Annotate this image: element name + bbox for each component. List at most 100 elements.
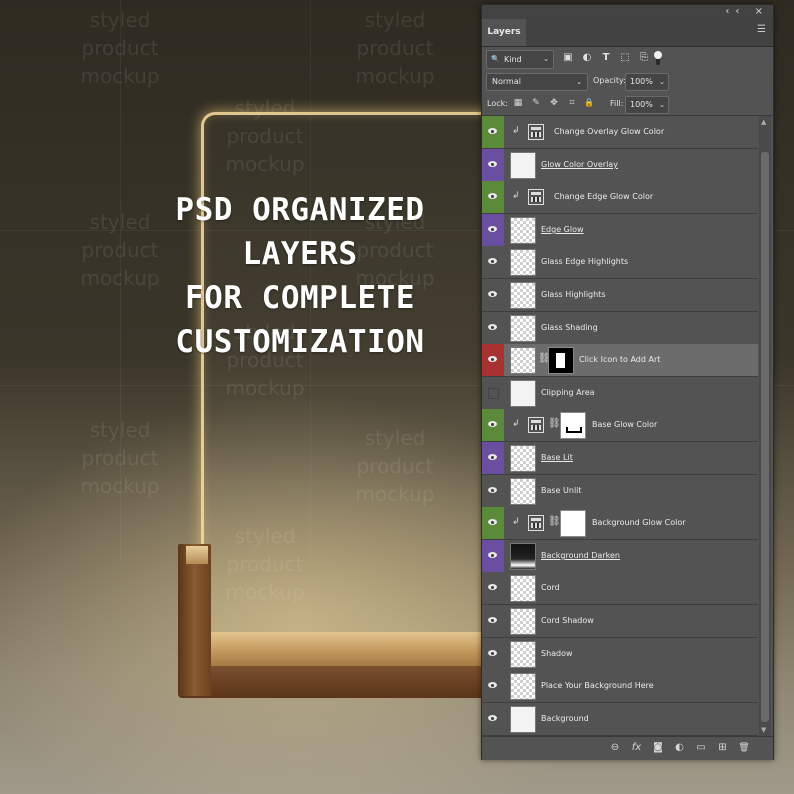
headline: PSD ORGANIZED LAYERS FOR COMPLETE CUSTOM… (110, 188, 490, 364)
layer-row[interactable]: Glow Color Overlay (482, 149, 758, 182)
eye-pupil (491, 195, 494, 198)
layer-name[interactable]: Base Glow Color (592, 409, 657, 441)
color-balance-adjustment-icon (528, 515, 544, 531)
smart-object-filter-icon[interactable]: ⎘ (637, 51, 651, 65)
layer-thumbnail (510, 641, 536, 668)
visibility-toggle[interactable] (482, 149, 504, 181)
type-filter-icon[interactable]: T (599, 51, 613, 65)
layer-name[interactable]: Edge Glow (541, 214, 584, 246)
tab-layers[interactable]: Layers (482, 19, 526, 46)
scroll-down-icon[interactable]: ▼ (761, 726, 766, 734)
visibility-toggle[interactable] (482, 279, 504, 311)
visibility-toggle[interactable] (482, 181, 504, 213)
visibility-toggle[interactable] (482, 116, 504, 148)
layer-name[interactable]: Change Overlay Glow Color (554, 116, 664, 148)
blend-mode-select[interactable]: Normal ⌄ (486, 73, 588, 91)
layer-row[interactable]: Background (482, 703, 758, 736)
visibility-toggle[interactable] (482, 344, 504, 376)
pixel-filter-icon[interactable]: ▣ (561, 51, 575, 65)
visibility-toggle[interactable] (482, 507, 504, 539)
new-group-icon[interactable]: ▭ (694, 741, 708, 755)
layer-row[interactable]: Background Darken (482, 540, 758, 573)
layer-name[interactable]: Glass Highlights (541, 279, 606, 311)
visibility-toggle[interactable] (482, 214, 504, 246)
lock-position-icon[interactable]: ✥ (548, 97, 560, 109)
layer-list-scrollbar[interactable]: ▲ ▼ (759, 116, 771, 736)
visibility-toggle[interactable] (482, 540, 504, 572)
layer-name[interactable]: Glow Color Overlay (541, 149, 618, 181)
visibility-toggle[interactable] (482, 703, 504, 735)
layer-row[interactable]: Cord Shadow (482, 605, 758, 638)
layer-row[interactable]: ⛓ Click Icon to Add Art (482, 344, 758, 377)
layer-thumbnail (510, 608, 536, 635)
lock-image-icon[interactable]: ✎ (530, 97, 542, 109)
lock-all-icon[interactable]: 🔒 (583, 97, 595, 109)
layer-name[interactable]: Base Unlit (541, 475, 582, 507)
new-adjustment-layer-icon[interactable]: ◐ (673, 741, 687, 755)
chain-link-icon[interactable]: ⛓ (548, 516, 561, 528)
visibility-toggle[interactable] (482, 246, 504, 278)
visibility-toggle[interactable] (482, 605, 504, 637)
layer-row[interactable]: Base Unlit (482, 475, 758, 508)
scroll-up-icon[interactable]: ▲ (761, 118, 766, 126)
scroll-thumb[interactable] (761, 152, 769, 722)
fill-field[interactable]: 100% ⌄ (625, 96, 669, 114)
layer-name[interactable]: Cord Shadow (541, 605, 594, 637)
layer-name[interactable]: Background Glow Color (592, 507, 686, 539)
shape-filter-icon[interactable]: ⬚ (618, 51, 632, 65)
base-slot (186, 546, 208, 564)
layer-row[interactable]: Glass Shading (482, 312, 758, 345)
layer-mask-thumbnail[interactable] (548, 347, 574, 374)
opacity-field[interactable]: 100% ⌄ (625, 73, 669, 91)
kind-filter-select[interactable]: 🔍 Kind ⌄ (486, 50, 554, 69)
layer-name[interactable]: Change Edge Glow Color (554, 181, 653, 213)
new-layer-icon[interactable]: ⊞ (716, 741, 730, 755)
layer-name[interactable]: Glass Shading (541, 312, 598, 344)
chain-link-icon[interactable]: ⛓ (548, 418, 561, 430)
eye-pupil (491, 228, 494, 231)
visibility-toggle[interactable] (482, 312, 504, 344)
delete-layer-icon[interactable]: 🗑 (737, 741, 751, 755)
layer-row[interactable]: Glass Edge Highlights (482, 246, 758, 279)
visibility-toggle[interactable] (482, 572, 504, 604)
add-mask-icon[interactable]: ◙ (651, 741, 665, 755)
layer-name[interactable]: Background (541, 703, 589, 735)
layer-name[interactable]: Cord (541, 572, 560, 604)
close-icon[interactable]: × (755, 6, 769, 17)
layer-name[interactable]: Glass Edge Highlights (541, 246, 628, 278)
layer-row[interactable]: ↲ ⛓ Base Glow Color (482, 409, 758, 442)
layer-name[interactable]: Background Darken (541, 540, 620, 572)
layer-name[interactable]: Click Icon to Add Art (579, 344, 660, 376)
layer-row[interactable]: ↲ ⛓ Background Glow Color (482, 507, 758, 540)
layer-mask-thumbnail[interactable] (560, 510, 586, 537)
layer-name[interactable]: Clipping Area (541, 377, 595, 409)
layer-row[interactable]: Base Lit (482, 442, 758, 475)
layer-name[interactable]: Shadow (541, 638, 573, 670)
layer-mask-thumbnail[interactable] (560, 412, 586, 439)
layer-row[interactable]: Clipping Area (482, 377, 758, 410)
layer-name[interactable]: Place Your Background Here (541, 670, 654, 702)
visibility-toggle[interactable] (482, 377, 504, 409)
visibility-toggle[interactable] (482, 409, 504, 441)
collapse-icon[interactable]: ‹‹ (725, 6, 745, 17)
base-side (178, 544, 211, 696)
visibility-toggle[interactable] (482, 670, 504, 702)
adjustment-filter-icon[interactable]: ◐ (580, 51, 594, 65)
panel-menu-icon[interactable]: ☰ (757, 25, 767, 35)
layer-row[interactable]: Cord (482, 572, 758, 605)
link-layers-icon[interactable]: ⊖ (608, 741, 622, 755)
layer-row[interactable]: ↲ Change Edge Glow Color (482, 181, 758, 214)
add-layer-style-icon[interactable]: fx (630, 741, 644, 755)
layer-row[interactable]: Shadow (482, 638, 758, 671)
layer-row[interactable]: Edge Glow (482, 214, 758, 247)
filter-toggle-switch[interactable] (654, 51, 662, 65)
lock-artboard-icon[interactable]: ⌗ (566, 97, 578, 109)
layer-row[interactable]: Place Your Background Here (482, 670, 758, 703)
lock-transparent-icon[interactable]: ▦ (512, 97, 524, 109)
layer-row[interactable]: ↲ Change Overlay Glow Color (482, 116, 758, 149)
layer-name[interactable]: Base Lit (541, 442, 573, 474)
layer-row[interactable]: Glass Highlights (482, 279, 758, 312)
visibility-toggle[interactable] (482, 638, 504, 670)
visibility-toggle[interactable] (482, 442, 504, 474)
visibility-toggle[interactable] (482, 475, 504, 507)
